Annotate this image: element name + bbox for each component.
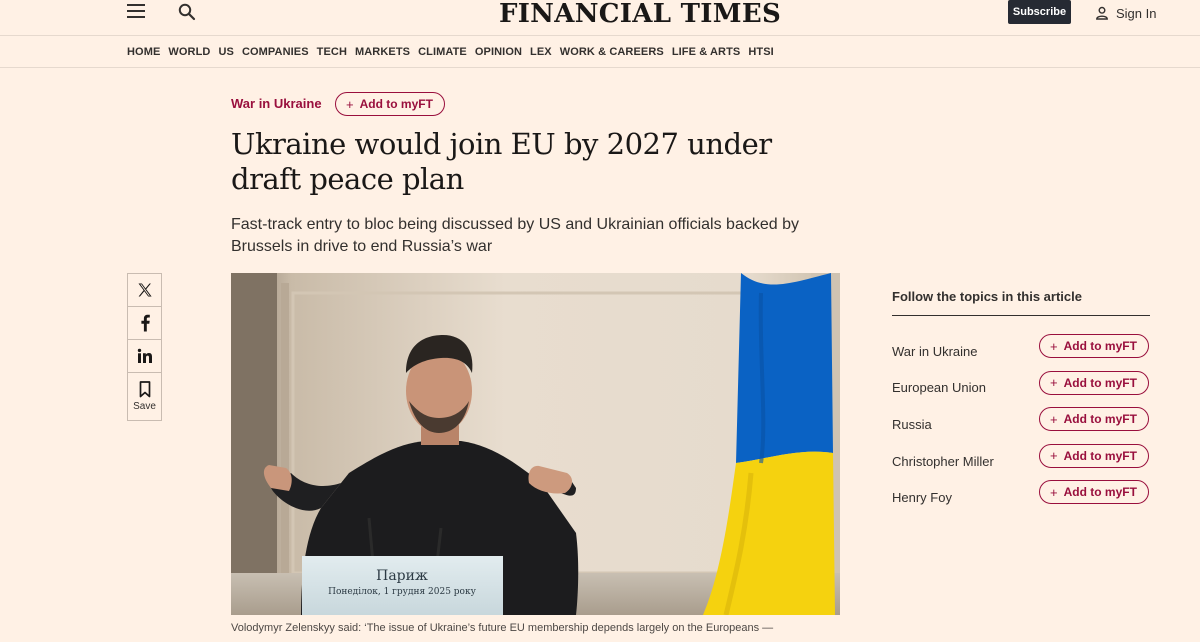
add-to-myft-button[interactable]: + Add to myFT [1039, 370, 1149, 395]
podium-city-text: Париж [376, 568, 428, 584]
nav-item-lex[interactable]: LEX [530, 46, 552, 58]
user-icon [1096, 6, 1108, 20]
add-to-myft-button[interactable]: + Add to myFT [1039, 407, 1149, 432]
linkedin-icon [137, 348, 152, 363]
add-to-myft-label: Add to myFT [359, 97, 433, 111]
add-to-myft-button[interactable]: + Add to myFT [1039, 334, 1149, 358]
add-to-myft-label: Add to myFT [1063, 339, 1137, 353]
save-label: Save [133, 401, 156, 412]
follow-topics-list: War in Ukraine + Add to myFT European Un… [892, 333, 1152, 516]
nav-item-world[interactable]: WORLD [168, 46, 210, 58]
subscribe-button[interactable]: Subscribe [1008, 0, 1071, 24]
topic-row: European Union + Add to myFT [892, 370, 1152, 407]
add-to-myft-button[interactable]: + Add to myFT [335, 92, 445, 116]
plus-icon: + [1050, 338, 1058, 354]
article-headline: Ukraine would join EU by 2027 under draf… [231, 127, 772, 196]
add-to-myft-label: Add to myFT [1063, 485, 1137, 500]
topic-name[interactable]: European Union [892, 380, 986, 395]
article-hero-image: Париж Понеділок, 1 грудня 2025 року [231, 273, 840, 615]
topic-name[interactable]: Henry Foy [892, 490, 952, 505]
article-topic-link[interactable]: War in Ukraine [231, 96, 322, 111]
add-to-myft-label: Add to myFT [1063, 412, 1137, 427]
x-icon [138, 283, 152, 297]
bookmark-icon [139, 381, 150, 398]
plus-icon: + [346, 96, 354, 112]
topic-row: Christopher Miller + Add to myFT [892, 443, 1152, 480]
sign-in-label: Sign In [1116, 5, 1157, 21]
main-nav: HOME WORLD US COMPANIES TECH MARKETS CLI… [0, 37, 1200, 68]
nav-item-home[interactable]: HOME [127, 46, 160, 58]
plus-icon: + [1050, 484, 1058, 500]
add-to-myft-button[interactable]: + Add to myFT [1039, 443, 1149, 468]
share-x-button[interactable] [127, 273, 162, 307]
top-bar: FINANCIAL TIMES Subscribe Sign In [0, 0, 1200, 36]
nav-item-life-arts[interactable]: LIFE & ARTS [672, 46, 741, 58]
sign-in-link[interactable]: Sign In [1095, 4, 1156, 22]
nav-item-companies[interactable]: COMPANIES [242, 46, 309, 58]
topic-name[interactable]: Russia [892, 417, 932, 432]
share-linkedin-button[interactable] [127, 339, 162, 373]
nav-item-opinion[interactable]: OPINION [475, 46, 522, 58]
save-article-button[interactable]: Save [127, 372, 162, 421]
topic-name[interactable]: War in Ukraine [892, 344, 977, 359]
add-to-myft-label: Add to myFT [1063, 375, 1137, 390]
nav-item-work-careers[interactable]: WORK & CAREERS [560, 46, 664, 58]
follow-topics-heading: Follow the topics in this article [892, 289, 1150, 316]
nav-item-tech[interactable]: TECH [317, 46, 347, 58]
podium-date-text: Понеділок, 1 грудня 2025 року [328, 587, 477, 597]
plus-icon: + [1050, 411, 1058, 427]
share-toolbar: Save [127, 273, 162, 421]
article-standfirst: Fast-track entry to bloc being discussed… [231, 216, 799, 255]
topic-name[interactable]: Christopher Miller [892, 454, 994, 469]
share-facebook-button[interactable] [127, 306, 162, 340]
nav-item-climate[interactable]: CLIMATE [418, 46, 467, 58]
image-caption: Volodymyr Zelenskyy said: ‘The issue of … [231, 622, 774, 634]
nav-item-htsi[interactable]: HTSI [748, 46, 773, 58]
add-to-myft-label: Add to myFT [1063, 448, 1137, 463]
facebook-icon [140, 314, 150, 332]
plus-icon: + [1050, 448, 1058, 464]
topic-row: War in Ukraine + Add to myFT [892, 333, 1152, 370]
add-to-myft-button[interactable]: + Add to myFT [1039, 480, 1149, 505]
topic-row: Henry Foy + Add to myFT [892, 479, 1152, 516]
nav-item-markets[interactable]: MARKETS [355, 46, 410, 58]
topic-row: Russia + Add to myFT [892, 406, 1152, 443]
nav-item-us[interactable]: US [218, 46, 233, 58]
plus-icon: + [1050, 375, 1058, 391]
